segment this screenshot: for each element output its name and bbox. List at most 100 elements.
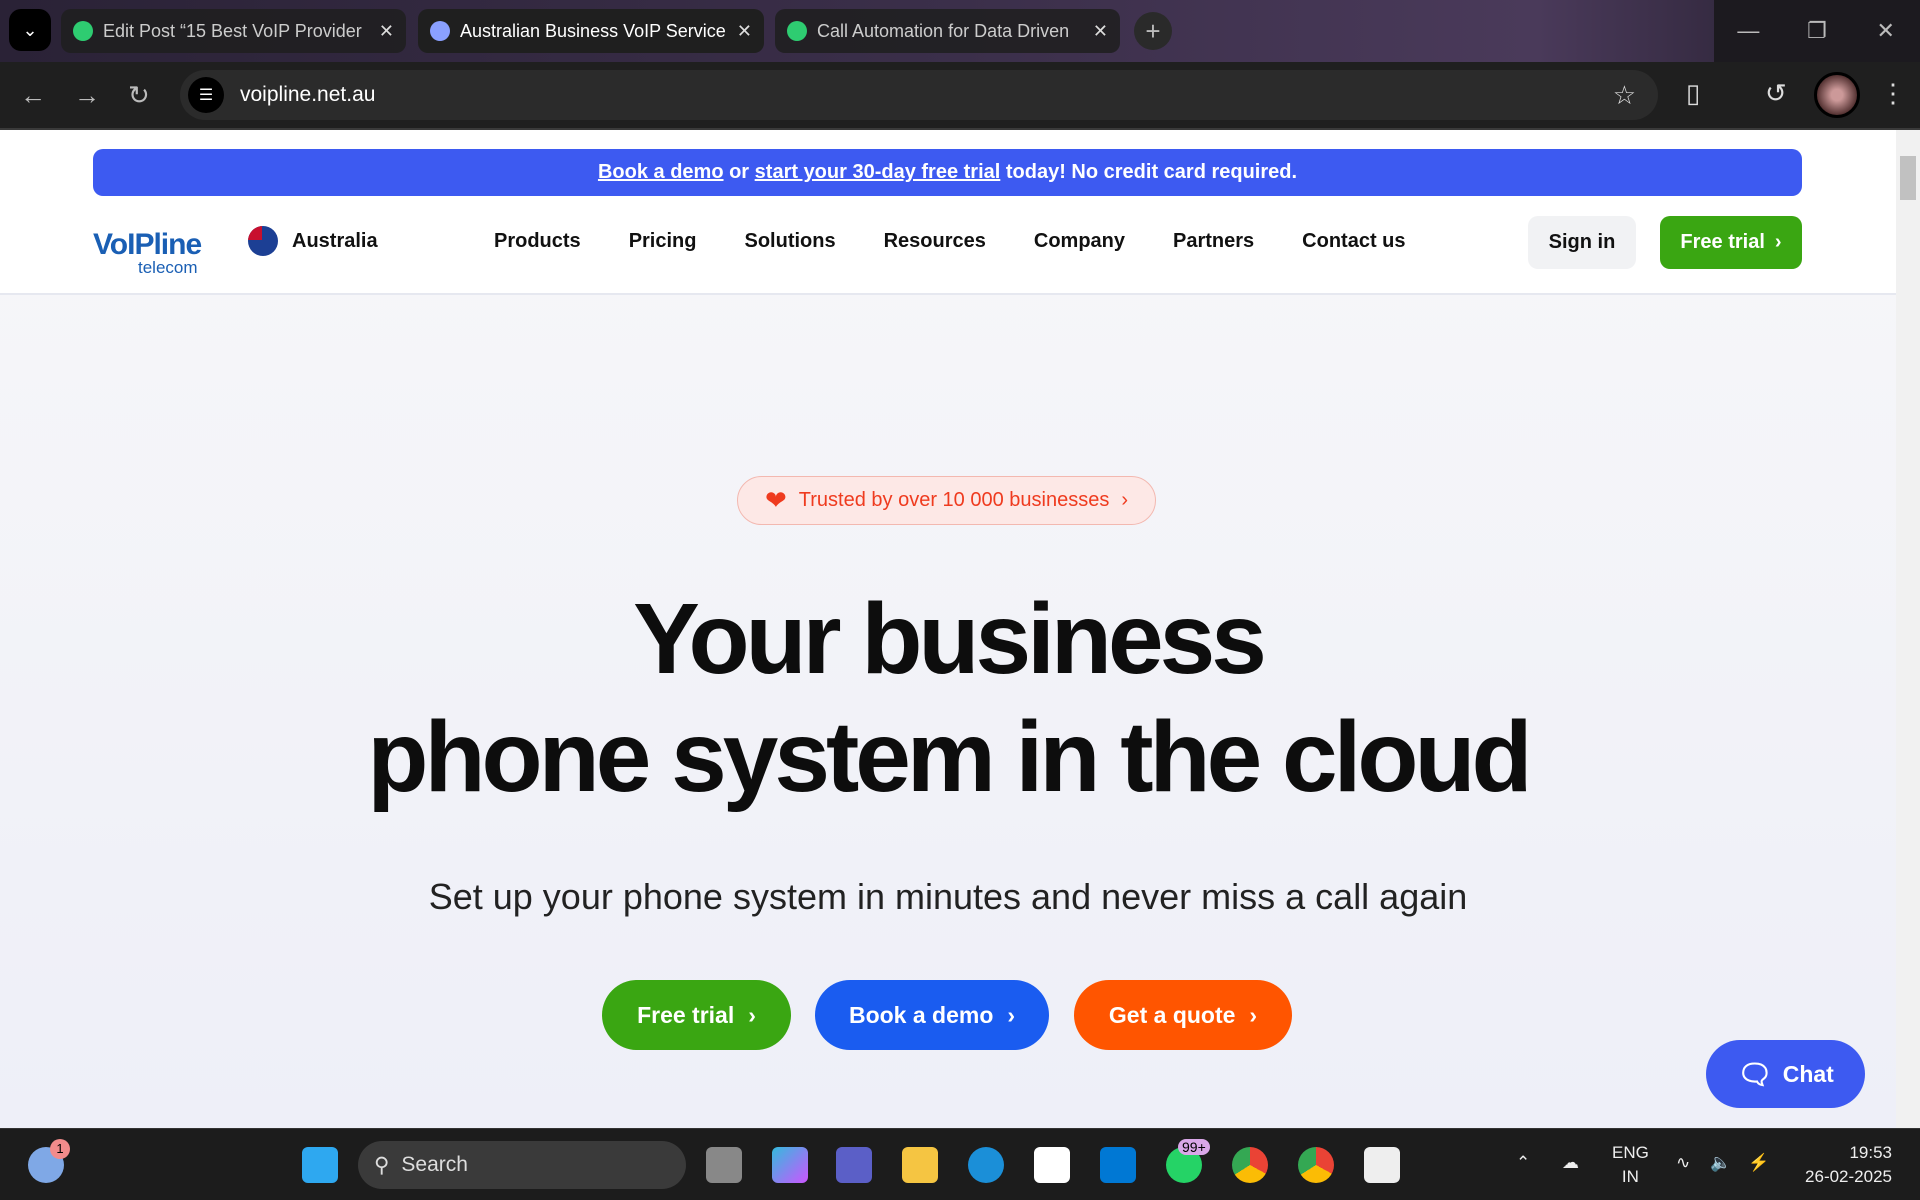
webpage: Book a demo or start your 30-day free tr… bbox=[0, 130, 1896, 1128]
search-icon: ⚲ bbox=[374, 1153, 390, 1177]
restore-icon[interactable]: ❐ bbox=[1783, 0, 1852, 62]
free-trial-button[interactable]: Free trial › bbox=[602, 980, 791, 1050]
chevron-right-icon: › bbox=[1121, 489, 1128, 511]
teams-icon[interactable] bbox=[836, 1147, 872, 1183]
volume-icon[interactable]: 🔈 bbox=[1710, 1151, 1731, 1175]
sign-in-button[interactable]: Sign in bbox=[1528, 216, 1636, 269]
hero-title-line1: Your business bbox=[633, 583, 1267, 695]
back-icon[interactable]: ← bbox=[20, 80, 46, 111]
browser-toolbar: ← → ↻ ☰ voipline.net.au ☆ ▯ ↺ ⋮ bbox=[0, 62, 1920, 130]
nav-resources[interactable]: Resources bbox=[884, 230, 986, 253]
tab-title: Australian Business VoIP Service bbox=[460, 20, 726, 41]
nav-pricing[interactable]: Pricing bbox=[629, 230, 697, 253]
taskbar-search[interactable]: ⚲ Search bbox=[358, 1141, 686, 1189]
tab-favicon-icon bbox=[787, 21, 807, 41]
nav-contact[interactable]: Contact us bbox=[1302, 230, 1405, 253]
button-label: Book a demo bbox=[848, 1001, 994, 1028]
chrome-profile-icon[interactable] bbox=[1298, 1147, 1334, 1183]
onedrive-cloud-icon[interactable]: ☁ bbox=[1562, 1151, 1579, 1175]
tab-search-button[interactable]: ⌄ bbox=[9, 9, 51, 51]
tab-favicon-icon bbox=[73, 21, 93, 41]
profile-avatar[interactable] bbox=[1814, 72, 1860, 118]
chat-label: Chat bbox=[1782, 1060, 1834, 1087]
site-header: Book a demo or start your 30-day free tr… bbox=[0, 130, 1896, 295]
site-settings-icon[interactable]: ☰ bbox=[188, 77, 224, 113]
close-window-icon[interactable]: ✕ bbox=[1851, 0, 1920, 62]
battery-charging-icon[interactable]: ⚡ bbox=[1748, 1151, 1769, 1175]
file-explorer-icon[interactable] bbox=[902, 1147, 938, 1183]
browser-tab-bar: ⌄ Edit Post “15 Best VoIP Provider ✕ Aus… bbox=[0, 0, 1920, 62]
book-demo-button[interactable]: Book a demo › bbox=[815, 980, 1049, 1050]
button-label: Free trial bbox=[637, 1001, 735, 1028]
chat-bubble-icon: 🗨 bbox=[1737, 1058, 1773, 1090]
edge-icon[interactable] bbox=[968, 1147, 1004, 1183]
performance-icon[interactable]: ↺ bbox=[1765, 78, 1787, 109]
task-view-icon[interactable] bbox=[706, 1147, 742, 1183]
bookmark-star-icon[interactable]: ☆ bbox=[1613, 80, 1636, 111]
window-controls: — ❐ ✕ bbox=[1714, 0, 1920, 62]
nav-company[interactable]: Company bbox=[1034, 230, 1125, 253]
new-tab-button[interactable]: + bbox=[1134, 12, 1172, 50]
hero-subtitle: Set up your phone system in minutes and … bbox=[428, 876, 1468, 917]
free-trial-link[interactable]: start your 30-day free trial bbox=[755, 161, 1001, 183]
menu-kebab-icon[interactable]: ⋮ bbox=[1880, 78, 1906, 109]
language-indicator[interactable]: ENG IN bbox=[1612, 1141, 1649, 1189]
button-label: Free trial bbox=[1680, 231, 1765, 253]
remote-desktop-icon[interactable] bbox=[1100, 1147, 1136, 1183]
chrome-icon[interactable] bbox=[1232, 1147, 1268, 1183]
country-selector[interactable]: Australia bbox=[248, 226, 378, 256]
hero-title-line2: phone system in the cloud bbox=[367, 701, 1532, 813]
nav-products[interactable]: Products bbox=[494, 230, 581, 253]
header-free-trial-button[interactable]: Free trial › bbox=[1660, 216, 1802, 269]
url-text[interactable]: voipline.net.au bbox=[240, 83, 375, 107]
australia-flag-icon bbox=[248, 226, 278, 256]
close-tab-icon[interactable]: ✕ bbox=[379, 21, 394, 42]
tab-title: Edit Post “15 Best VoIP Provider bbox=[103, 20, 362, 41]
extensions-icon[interactable]: ▯ bbox=[1686, 78, 1700, 109]
chevron-right-icon: › bbox=[1249, 1001, 1258, 1028]
whatsapp-badge: 99+ bbox=[1178, 1139, 1210, 1155]
promo-banner: Book a demo or start your 30-day free tr… bbox=[93, 149, 1802, 196]
date-text: 26-02-2025 bbox=[1805, 1167, 1892, 1186]
banner-text: today! No credit card required. bbox=[1000, 161, 1298, 183]
ms-store-icon[interactable] bbox=[1034, 1147, 1070, 1183]
nav-solutions[interactable]: Solutions bbox=[744, 230, 835, 253]
chevron-right-icon: › bbox=[748, 1001, 756, 1028]
tab-edit-post[interactable]: Edit Post “15 Best VoIP Provider ✕ bbox=[61, 9, 406, 53]
banner-text: or bbox=[723, 161, 755, 183]
region-text: IN bbox=[1621, 1167, 1639, 1186]
reload-icon[interactable]: ↻ bbox=[128, 80, 150, 111]
start-windows-icon[interactable] bbox=[302, 1147, 338, 1183]
chat-button[interactable]: 🗨 Chat bbox=[1706, 1040, 1865, 1108]
windows-taskbar: 1 ⚲ Search 99+ ⌃ ☁ ENG IN ∿ 🔈 ⚡ 19:53 26-02… bbox=[0, 1128, 1920, 1200]
heart-icon: ❤ bbox=[764, 485, 787, 515]
chevron-right-icon: › bbox=[1774, 231, 1782, 253]
close-tab-icon[interactable]: ✕ bbox=[1093, 21, 1108, 42]
tab-call-automation[interactable]: Call Automation for Data Driven ✕ bbox=[775, 9, 1120, 53]
close-tab-icon[interactable]: ✕ bbox=[737, 21, 752, 42]
address-bar[interactable]: ☰ voipline.net.au ☆ bbox=[180, 70, 1658, 120]
tab-voipline[interactable]: Australian Business VoIP Service ✕ bbox=[418, 9, 764, 53]
get-quote-button[interactable]: Get a quote › bbox=[1074, 980, 1292, 1050]
logo-subtext: telecom bbox=[138, 258, 198, 277]
search-label: Search bbox=[401, 1153, 468, 1176]
nav-partners[interactable]: Partners bbox=[1173, 230, 1254, 253]
chevron-up-icon[interactable]: ⌃ bbox=[1516, 1151, 1530, 1175]
badge-text: Trusted by over 10 000 businesses bbox=[798, 489, 1110, 511]
button-label: Get a quote bbox=[1108, 1001, 1236, 1028]
book-demo-link[interactable]: Book a demo bbox=[598, 161, 724, 183]
logo-text: VoIPline bbox=[93, 228, 202, 261]
minimize-icon[interactable]: — bbox=[1714, 0, 1783, 62]
wifi-icon[interactable]: ∿ bbox=[1676, 1151, 1690, 1175]
clock[interactable]: 19:53 26-02-2025 bbox=[1796, 1141, 1892, 1189]
snipping-tool-icon[interactable] bbox=[1364, 1147, 1400, 1183]
copilot-icon[interactable] bbox=[772, 1147, 808, 1183]
trusted-badge[interactable]: ❤ Trusted by over 10 000 businesses › bbox=[737, 476, 1156, 525]
scrollbar-thumb[interactable] bbox=[1900, 156, 1916, 200]
voipline-logo[interactable]: VoIPline telecom bbox=[93, 216, 203, 277]
weather-badge: 1 bbox=[50, 1139, 70, 1159]
main-nav: Products Pricing Solutions Resources Com… bbox=[494, 230, 1406, 253]
time-text: 19:53 bbox=[1849, 1143, 1892, 1162]
forward-icon[interactable]: → bbox=[74, 80, 100, 111]
page-scrollbar[interactable] bbox=[1896, 130, 1920, 1128]
